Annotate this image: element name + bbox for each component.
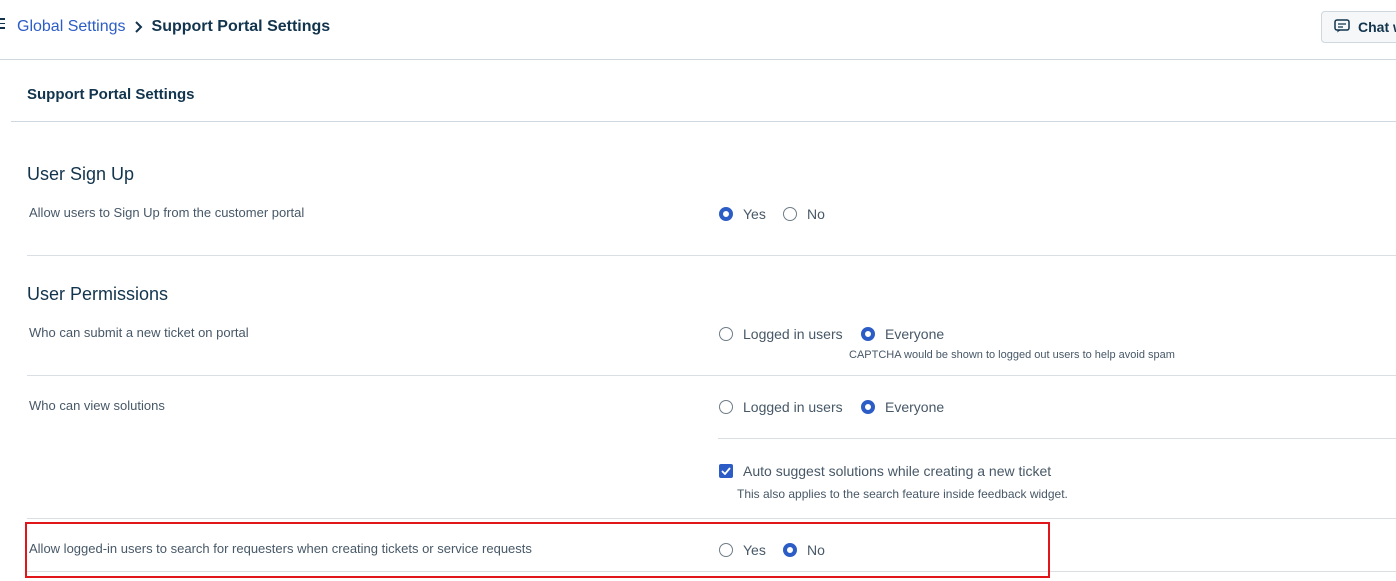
radio-selected-icon	[861, 400, 875, 414]
submit-ticket-everyone-label: Everyone	[885, 326, 945, 342]
signup-row-label: Allow users to Sign Up from the customer…	[29, 205, 305, 220]
chevron-right-icon	[132, 20, 146, 34]
divider	[27, 255, 1396, 256]
radio-unselected-icon	[719, 400, 733, 414]
view-solutions-everyone-label: Everyone	[885, 399, 945, 415]
page-title: Support Portal Settings	[151, 18, 331, 35]
section-title-user-sign-up: User Sign Up	[27, 164, 135, 184]
auto-suggest-checkbox[interactable]: Auto suggest solutions while creating a …	[719, 463, 1051, 479]
auto-suggest-hint: This also applies to the search feature …	[737, 487, 1068, 501]
submit-ticket-logged-in-radio[interactable]: Logged in users	[719, 326, 843, 342]
panel-title: Support Portal Settings	[27, 86, 195, 103]
submit-ticket-everyone-radio[interactable]: Everyone	[861, 326, 944, 342]
radio-selected-icon	[719, 207, 733, 221]
chat-icon	[1334, 18, 1350, 36]
radio-selected-icon	[861, 327, 875, 341]
signup-yes-label: Yes	[743, 206, 766, 222]
signup-no-radio[interactable]: No	[783, 206, 825, 222]
divider	[27, 518, 1396, 519]
breadcrumb-global-settings-link[interactable]: Global Settings	[17, 18, 126, 36]
breadcrumb: Global Settings Support Portal Settings	[17, 18, 330, 36]
radio-unselected-icon	[719, 327, 733, 341]
view-solutions-logged-in-label: Logged in users	[743, 399, 843, 415]
submit-ticket-row-label: Who can submit a new ticket on portal	[29, 325, 249, 340]
annotation-highlight-box	[25, 522, 1050, 578]
view-solutions-everyone-radio[interactable]: Everyone	[861, 399, 944, 415]
radio-unselected-icon	[783, 207, 797, 221]
section-title-user-permissions: User Permissions	[27, 284, 169, 304]
captcha-hint: CAPTCHA would be shown to logged out use…	[849, 349, 1175, 361]
signup-yes-radio[interactable]: Yes	[719, 206, 766, 222]
top-bar: Global Settings Support Portal Settings …	[0, 0, 1396, 60]
checkbox-checked-icon	[719, 464, 733, 478]
chat-button-label: Chat w	[1358, 19, 1396, 35]
view-solutions-row-label: Who can view solutions	[29, 398, 165, 413]
chat-button[interactable]: Chat w	[1321, 11, 1396, 43]
view-solutions-logged-in-radio[interactable]: Logged in users	[719, 399, 843, 415]
signup-no-label: No	[807, 206, 825, 222]
divider	[27, 375, 1396, 376]
submit-ticket-logged-in-label: Logged in users	[743, 326, 843, 342]
panel-header: Support Portal Settings	[11, 60, 1396, 122]
divider	[718, 438, 1396, 439]
auto-suggest-label: Auto suggest solutions while creating a …	[743, 463, 1052, 479]
